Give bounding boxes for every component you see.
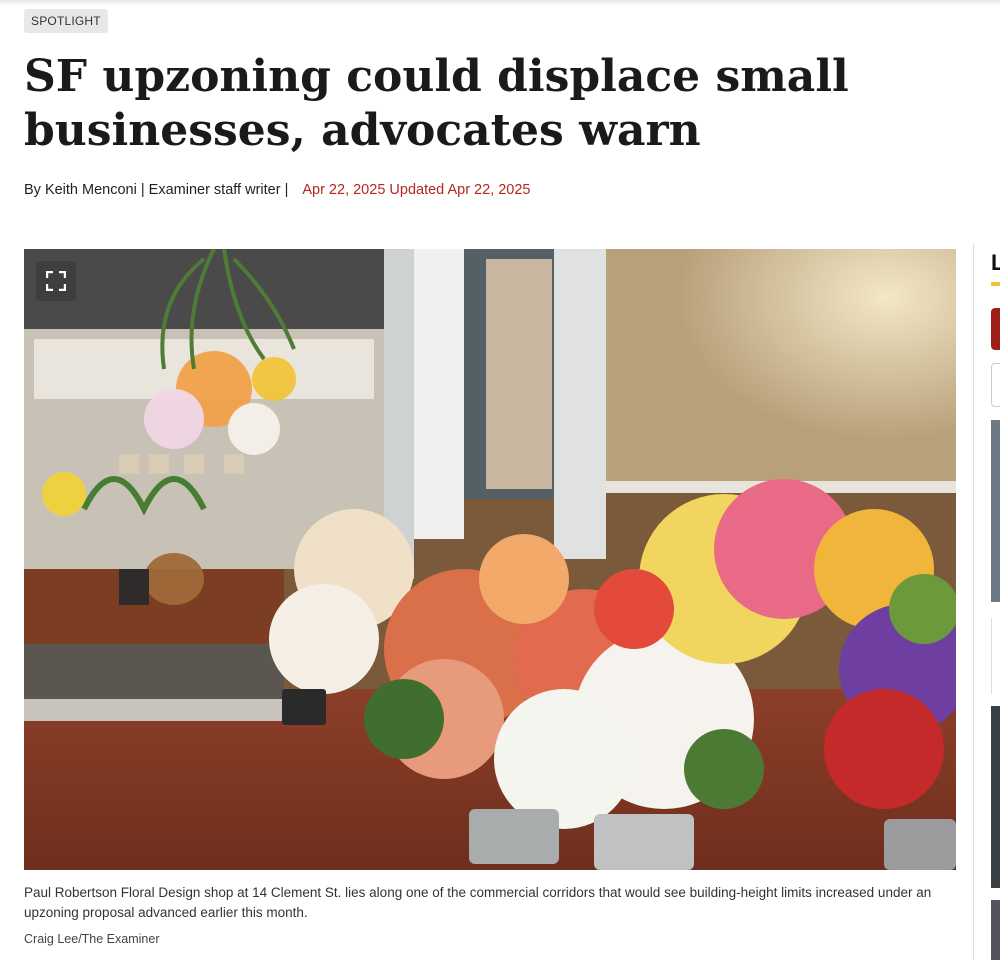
rail-thumbnail[interactable] xyxy=(991,900,1000,960)
publish-date: Apr 22, 2025 Updated Apr 22, 2025 xyxy=(302,182,531,198)
rail-thumbnail[interactable] xyxy=(991,706,1000,888)
rail-divider xyxy=(973,244,974,960)
photo-caption: Paul Robertson Floral Design shop at 14 … xyxy=(24,885,932,920)
lead-photo[interactable] xyxy=(24,249,956,870)
photo-credit: Craig Lee/The Examiner xyxy=(24,932,160,946)
flower-shop-photo xyxy=(24,249,956,870)
expand-icon xyxy=(46,271,66,291)
rail-outline-button[interactable] xyxy=(991,363,1000,407)
rail-heading: L xyxy=(991,250,1000,275)
expand-photo-button[interactable] xyxy=(36,261,76,301)
author-line[interactable]: By Keith Menconi | Examiner staff writer… xyxy=(24,182,288,198)
rail-heading-underline xyxy=(991,282,1000,286)
rail-button[interactable] xyxy=(991,308,1000,350)
byline: By Keith Menconi | Examiner staff writer… xyxy=(24,182,531,198)
rail-thumbnail[interactable] xyxy=(991,420,1000,602)
rail-card xyxy=(991,618,1000,694)
top-shadow xyxy=(0,0,1000,6)
section-tag[interactable]: SPOTLIGHT xyxy=(24,9,108,33)
article-headline: SF upzoning could displace small busines… xyxy=(24,51,849,156)
